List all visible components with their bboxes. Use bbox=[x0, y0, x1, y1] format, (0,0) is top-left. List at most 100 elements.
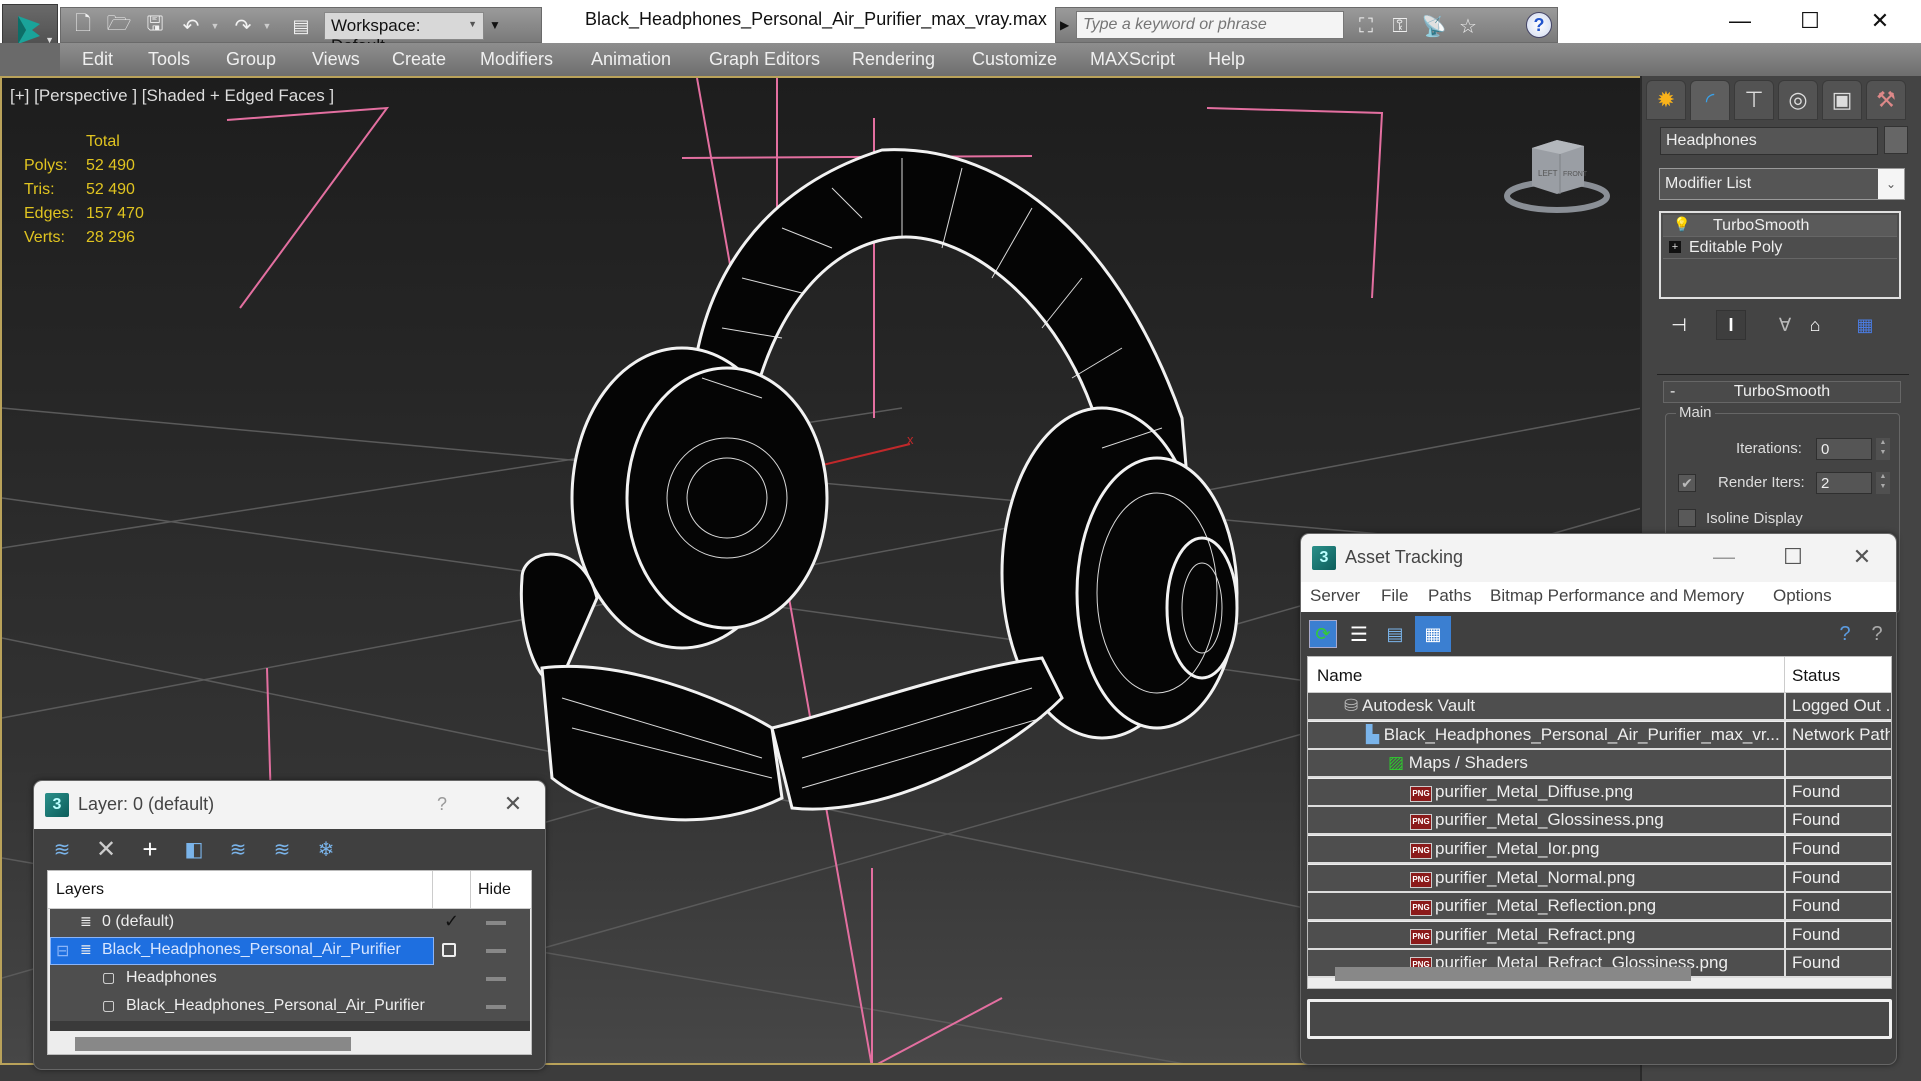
tab-create[interactable]: ✹ bbox=[1646, 80, 1686, 120]
menu-views[interactable]: Views bbox=[312, 49, 360, 70]
toolbar-overflow-icon[interactable]: ▼ bbox=[489, 18, 501, 32]
search-input[interactable] bbox=[1076, 11, 1344, 39]
key-icon[interactable]: ⚿ bbox=[1386, 13, 1414, 39]
tab-hierarchy[interactable]: ⊤ bbox=[1734, 80, 1774, 120]
dialog-title-bar[interactable]: 3 Asset Tracking — ☐ ✕ bbox=[1301, 534, 1896, 582]
asset-row[interactable]: PNG purifier_Metal_Diffuse.png Found bbox=[1308, 778, 1891, 807]
asset-row[interactable]: ▙ Black_Headphones_Personal_Air_Purifier… bbox=[1308, 721, 1891, 750]
tab-modify[interactable]: ◜ bbox=[1690, 80, 1730, 120]
delete-layer-icon[interactable]: ✕ bbox=[92, 835, 120, 863]
close-button[interactable]: ✕ bbox=[1850, 6, 1910, 36]
help-online-icon[interactable]: ? bbox=[1831, 620, 1859, 648]
asset-row[interactable]: ▨ Maps / Shaders bbox=[1308, 750, 1891, 779]
asset-row[interactable]: ⛁ Autodesk Vault Logged Out ... bbox=[1308, 693, 1891, 721]
collapse-icon[interactable]: ⊟ bbox=[56, 941, 69, 961]
star-icon[interactable]: ☆ bbox=[1454, 13, 1482, 39]
layer-row[interactable]: ⊟ ≣ Black_Headphones_Personal_Air_Purifi… bbox=[50, 937, 530, 965]
hide-toggle[interactable] bbox=[486, 1005, 506, 1009]
select-layer-icon[interactable]: ≋ bbox=[224, 835, 252, 863]
satellite-icon[interactable]: 📡 bbox=[1420, 13, 1448, 39]
pin-stack-icon[interactable]: ⊣ bbox=[1664, 310, 1694, 340]
tree-view-icon[interactable]: ▤ bbox=[1381, 620, 1409, 648]
menu-edit[interactable]: Edit bbox=[82, 49, 113, 70]
open-folder-icon[interactable]: 🗁 bbox=[107, 13, 132, 38]
tab-display[interactable]: ▣ bbox=[1822, 80, 1862, 120]
menu-tools[interactable]: Tools bbox=[148, 49, 190, 70]
new-file-icon[interactable]: 🗋 bbox=[71, 13, 95, 38]
asset-row[interactable]: PNG purifier_Metal_Normal.png Found bbox=[1308, 864, 1891, 893]
close-button[interactable]: ✕ bbox=[498, 791, 528, 817]
binoculars-icon[interactable]: ⛶ bbox=[1352, 13, 1380, 39]
stack-item-turbosmooth[interactable]: 💡 TurboSmooth bbox=[1663, 215, 1897, 237]
set-current-checkbox[interactable] bbox=[442, 943, 456, 957]
current-layer-check-icon[interactable]: ✓ bbox=[444, 911, 459, 932]
help-context-icon[interactable]: ? bbox=[1863, 620, 1891, 648]
horizontal-scrollbar[interactable] bbox=[1335, 967, 1691, 981]
undo-icon[interactable]: ↶ bbox=[179, 14, 203, 38]
expand-arrow-icon[interactable]: ▶ bbox=[1060, 18, 1069, 32]
create-layer-icon[interactable]: ≋ bbox=[48, 835, 76, 863]
redo-icon[interactable]: ↷ bbox=[231, 14, 255, 38]
workspace-dropdown[interactable]: Workspace: Default ▼ bbox=[324, 12, 484, 55]
maximize-button[interactable]: ☐ bbox=[1780, 6, 1840, 36]
minimize-button[interactable]: — bbox=[1710, 6, 1770, 36]
column-name[interactable]: Name bbox=[1317, 666, 1362, 686]
viewcube-front-face[interactable]: FRONT bbox=[1563, 171, 1588, 178]
add-to-layer-icon[interactable]: + bbox=[136, 834, 164, 864]
configure-sets-icon[interactable]: ▦ bbox=[1850, 310, 1880, 340]
asset-row[interactable]: PNG purifier_Metal_Ior.png Found bbox=[1308, 836, 1891, 864]
menu-bitmap-performance[interactable]: Bitmap Performance and Memory bbox=[1490, 586, 1744, 606]
column-hide[interactable]: Hide bbox=[478, 881, 511, 899]
menu-customize[interactable]: Customize bbox=[972, 49, 1057, 70]
menu-group[interactable]: Group bbox=[226, 49, 276, 70]
hide-toggle[interactable] bbox=[486, 977, 506, 981]
menu-modifiers[interactable]: Modifiers bbox=[480, 49, 553, 70]
minimize-button[interactable]: — bbox=[1709, 544, 1739, 570]
dialog-title-bar[interactable]: 3 Layer: 0 (default) ? ✕ bbox=[34, 781, 545, 829]
viewport-label-menu[interactable]: [+] [Perspective ] [Shaded + Edged Faces… bbox=[10, 86, 334, 106]
horizontal-scrollbar[interactable] bbox=[75, 1037, 351, 1051]
layer-row[interactable]: ▢ Headphones bbox=[50, 965, 530, 993]
close-button[interactable]: ✕ bbox=[1847, 544, 1877, 570]
object-color-swatch[interactable] bbox=[1884, 126, 1908, 154]
menu-options[interactable]: Options bbox=[1773, 586, 1832, 606]
hide-toggle[interactable] bbox=[486, 949, 506, 953]
tab-utilities[interactable]: ⚒ bbox=[1866, 80, 1906, 120]
viewcube[interactable]: LEFT FRONT bbox=[1502, 128, 1612, 218]
hide-toggle[interactable] bbox=[486, 921, 506, 925]
undo-dropdown-icon[interactable]: ▼ bbox=[203, 14, 227, 38]
layer-row[interactable]: ≣ 0 (default) ✓ bbox=[50, 909, 530, 937]
render-iters-spinner[interactable]: ▲ ▼ bbox=[1876, 472, 1890, 494]
asset-row[interactable]: PNG purifier_Metal_Reflection.png Found bbox=[1308, 893, 1891, 922]
project-folder-icon[interactable]: ▤ bbox=[289, 14, 313, 38]
column-layers[interactable]: Layers bbox=[56, 881, 104, 899]
layer-row[interactable]: ▢ Black_Headphones_Personal_Air_Purifier bbox=[50, 993, 530, 1021]
viewcube-left-face[interactable]: LEFT bbox=[1538, 169, 1558, 178]
lightbulb-icon[interactable]: 💡 bbox=[1673, 216, 1690, 233]
show-end-result-icon[interactable]: I bbox=[1716, 310, 1746, 340]
isoline-checkbox[interactable] bbox=[1678, 509, 1696, 527]
remove-modifier-icon[interactable]: ⌂ bbox=[1800, 310, 1830, 340]
select-objects-icon[interactable]: ◧ bbox=[180, 835, 208, 863]
refresh-icon[interactable]: ⟳ bbox=[1309, 620, 1337, 648]
render-iters-checkbox[interactable]: ✔ bbox=[1678, 474, 1696, 492]
highlight-layer-icon[interactable]: ≋ bbox=[268, 835, 296, 863]
rollout-header[interactable]: - TurboSmooth bbox=[1663, 381, 1901, 403]
save-icon[interactable]: 🖫 bbox=[143, 13, 167, 38]
menu-file[interactable]: File bbox=[1381, 586, 1408, 606]
expand-plus-icon[interactable]: + bbox=[1669, 241, 1681, 253]
maximize-button[interactable]: ☐ bbox=[1778, 544, 1808, 570]
asset-path-field[interactable] bbox=[1307, 999, 1892, 1039]
menu-paths[interactable]: Paths bbox=[1428, 586, 1471, 606]
table-view-icon[interactable]: ▦ bbox=[1415, 616, 1451, 652]
menu-animation[interactable]: Animation bbox=[591, 49, 671, 70]
menu-rendering[interactable]: Rendering bbox=[852, 49, 935, 70]
help-button[interactable]: ? bbox=[1526, 12, 1552, 38]
iterations-spinner[interactable]: ▲ ▼ bbox=[1876, 438, 1890, 460]
object-name-field[interactable] bbox=[1660, 127, 1878, 155]
list-view-icon[interactable]: ☰ bbox=[1345, 620, 1373, 648]
tab-motion[interactable]: ◎ bbox=[1778, 80, 1818, 120]
asset-row[interactable]: PNG purifier_Metal_Refract.png Found bbox=[1308, 921, 1891, 950]
asset-row[interactable]: PNG purifier_Metal_Glossiness.png Found bbox=[1308, 807, 1891, 836]
help-button[interactable]: ? bbox=[427, 794, 457, 815]
